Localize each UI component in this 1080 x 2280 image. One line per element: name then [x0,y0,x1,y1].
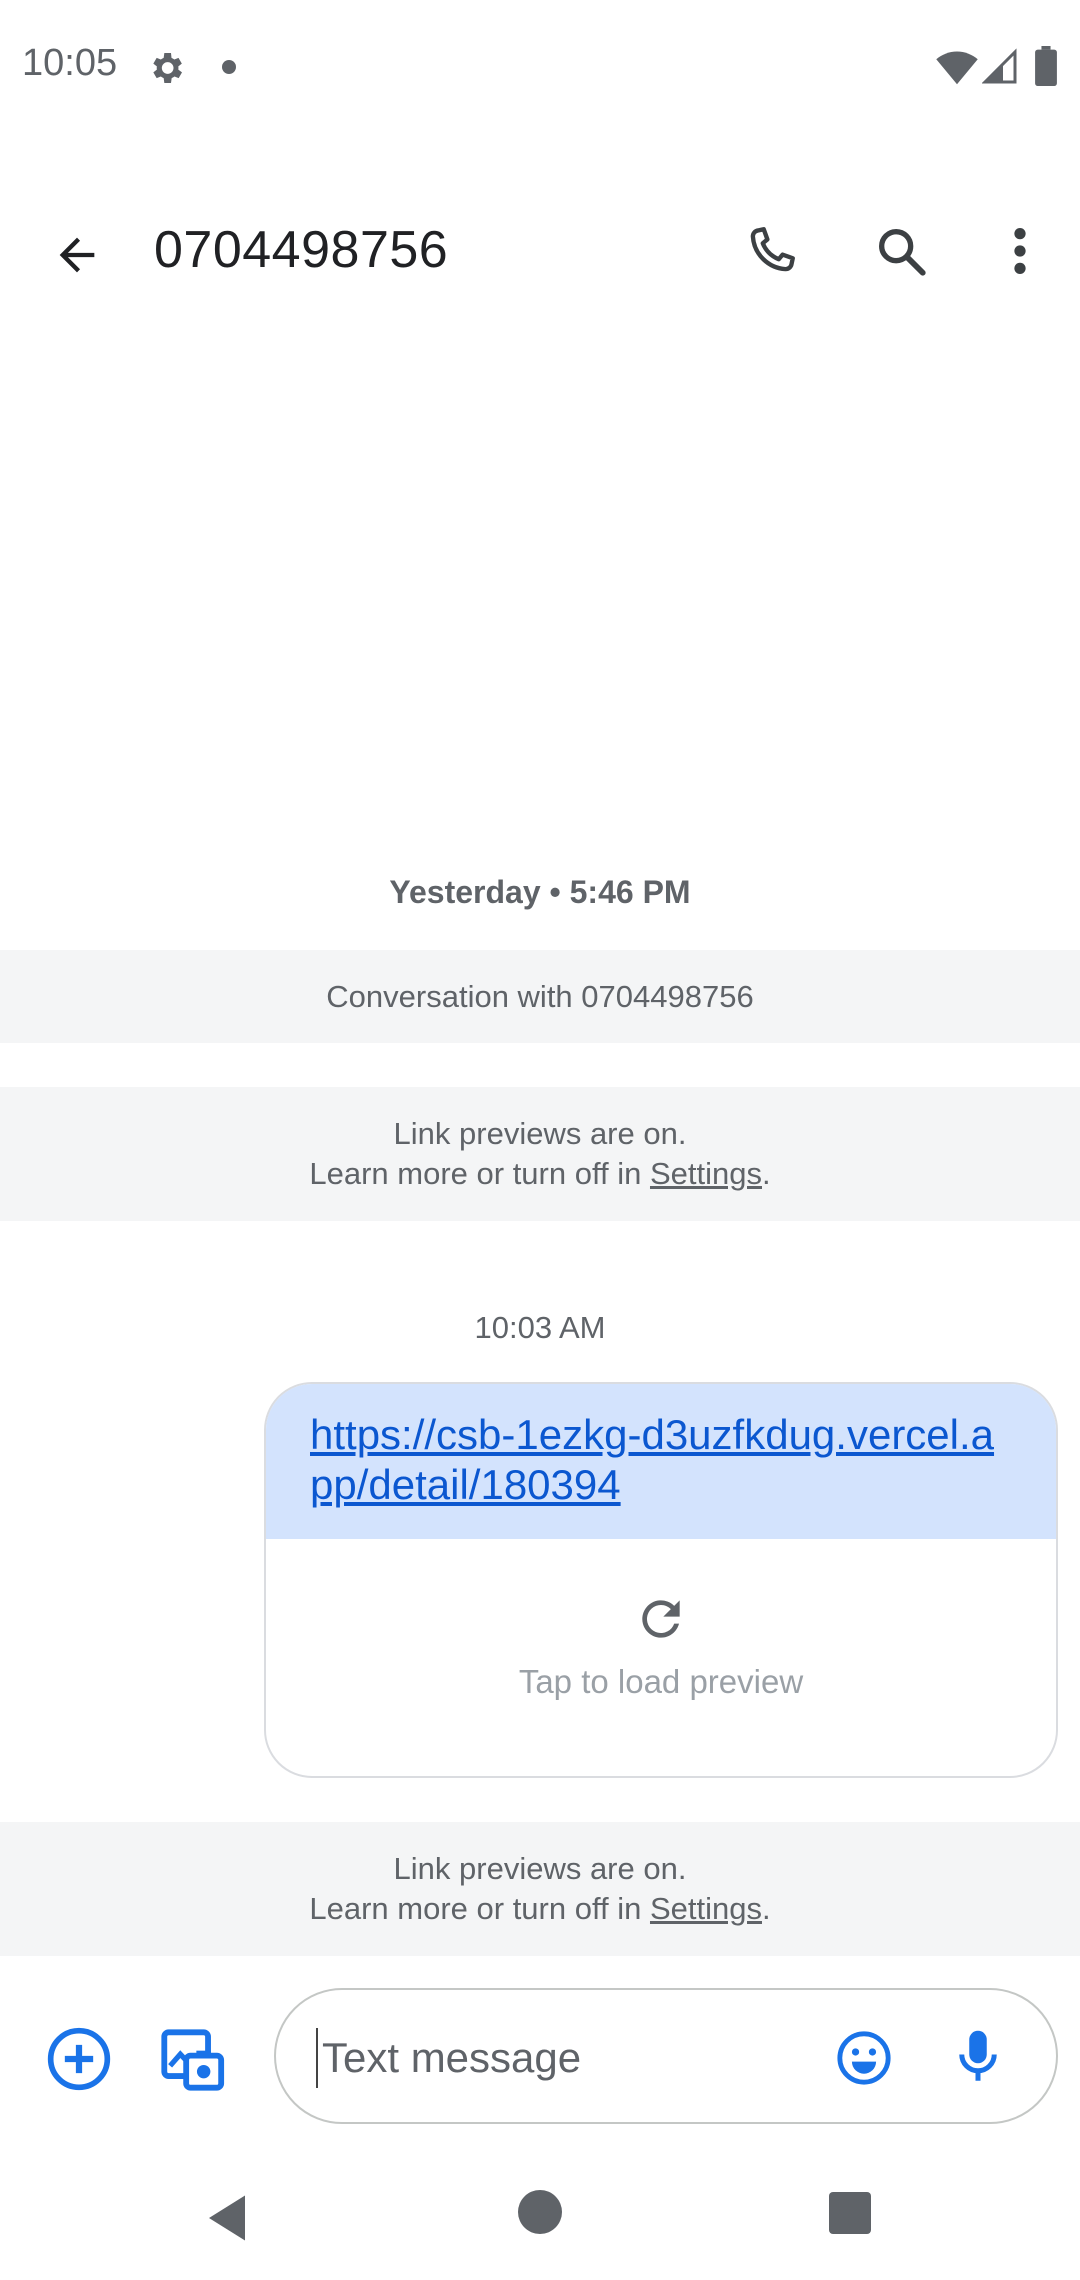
signal-icon [982,48,1017,84]
link-preview-line2: Learn more or turn off in Settings. [309,1889,770,1929]
system-nav-bar [0,2160,1080,2280]
message-input[interactable] [316,2028,786,2088]
search-button[interactable] [866,216,936,286]
status-time: 10:05 [22,42,118,84]
preview-label: Tap to load preview [518,1663,804,1700]
nav-back-icon[interactable] [200,2190,254,2246]
emoji-button[interactable] [834,2028,894,2088]
app-bar: 0704498756 [0,190,1080,310]
link-preview-prefix: Learn more or turn off in [309,1891,650,1926]
conversation-title: 0704498756 [154,221,449,279]
message-link[interactable]: https://csb-1ezkg-d3uzfkdug.vercel.app/d… [310,1410,1016,1510]
link-preview-prefix: Learn more or turn off in [309,1156,650,1191]
more-options-button[interactable] [990,216,1050,286]
date-stamp: Yesterday • 5:46 PM [389,874,691,910]
link-preview-suffix: . [762,1891,771,1926]
back-arrow-icon [59,237,95,273]
wifi-icon [936,51,978,85]
phone-icon [750,227,795,272]
load-preview-button[interactable]: Tap to load preview [266,1539,1056,1776]
message-time: 10:03 AM [474,1310,606,1345]
link-preview-banner: Link previews are on. Learn more or turn… [0,1822,1080,1956]
link-preview-banner: Link previews are on. Learn more or turn… [0,1087,1080,1221]
add-attachment-button[interactable] [42,2022,116,2096]
back-button[interactable] [40,218,114,292]
link-preview-line1: Link previews are on. [393,1116,687,1151]
search-icon [879,229,926,276]
add-circle-icon [47,2027,111,2091]
more-vert-icon [1014,228,1026,274]
emoji-icon [837,2031,891,2085]
conversation-banner-text: Conversation with 0704498756 [326,978,754,1014]
notification-dot-icon [222,60,236,74]
refresh-icon [642,1600,680,1638]
voice-input-button[interactable] [948,2024,1008,2090]
compose-bar [0,1960,1080,2160]
link-preview-line2: Learn more or turn off in Settings. [309,1154,770,1194]
messages-screen: 10:05 0704498756 Yesterday • 5:46 PM Con… [0,0,1080,2280]
mic-icon [959,2030,997,2081]
link-preview-suffix: . [762,1156,771,1191]
settings-link[interactable]: Settings [650,1156,762,1191]
gallery-camera-icon [161,2029,225,2091]
message-link-area: https://csb-1ezkg-d3uzfkdug.vercel.app/d… [266,1384,1056,1539]
nav-home-icon[interactable] [518,2190,562,2234]
call-button[interactable] [736,216,806,286]
gear-icon [153,53,182,83]
battery-icon [1035,46,1057,86]
message-bubble[interactable]: https://csb-1ezkg-d3uzfkdug.vercel.app/d… [264,1382,1058,1778]
link-preview-line1: Link previews are on. [393,1851,687,1886]
message-input-container [274,1988,1058,2124]
gallery-button[interactable] [154,2022,230,2098]
settings-link[interactable]: Settings [650,1891,762,1926]
status-bar: 10:05 [0,0,1080,135]
nav-recents-icon[interactable] [829,2192,871,2234]
conversation-banner: Conversation with 0704498756 [0,950,1080,1043]
